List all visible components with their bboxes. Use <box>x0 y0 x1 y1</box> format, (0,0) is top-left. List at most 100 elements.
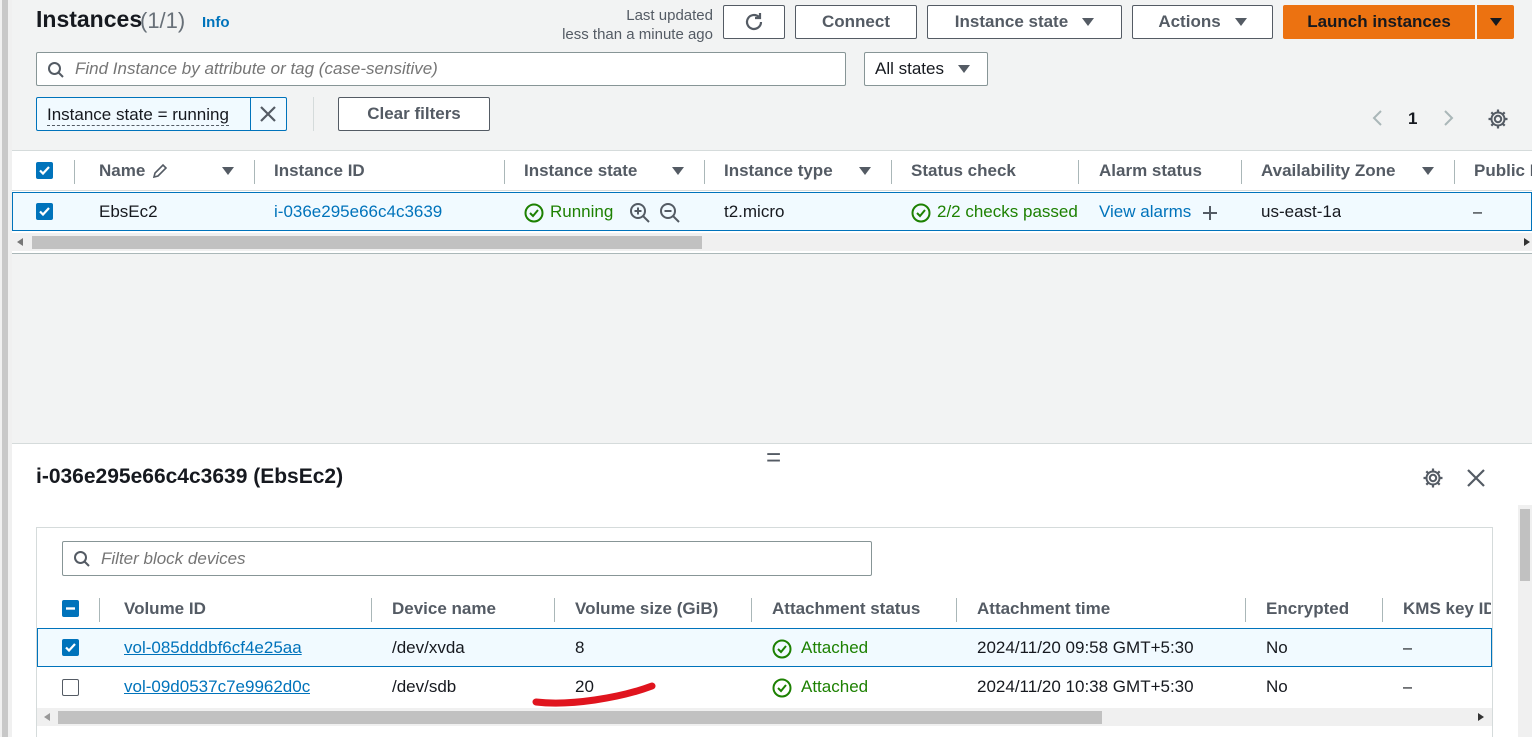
col-instance-id[interactable]: Instance ID <box>274 151 365 191</box>
states-filter-select[interactable]: All states <box>864 52 988 86</box>
col-status-check[interactable]: Status check <box>911 151 1016 191</box>
col-availability-zone[interactable]: Availability Zone <box>1261 151 1395 191</box>
encrypted-value: No <box>1266 638 1288 657</box>
sort-icon[interactable] <box>1422 167 1434 175</box>
minus-icon <box>66 607 75 610</box>
device-name-value: /dev/xvda <box>392 638 465 657</box>
col-instance-type[interactable]: Instance type <box>724 151 833 191</box>
actions-button[interactable]: Actions <box>1132 5 1273 39</box>
info-link[interactable]: Info <box>202 14 230 31</box>
scroll-right-icon[interactable] <box>1524 238 1530 246</box>
last-updated: Last updated less than a minute ago <box>562 7 713 43</box>
col-attachment-time[interactable]: Attachment time <box>977 589 1110 629</box>
close-icon[interactable] <box>1466 468 1486 488</box>
col-volume-size[interactable]: Volume size (GiB) <box>575 589 718 629</box>
chevron-left-icon[interactable] <box>1371 109 1385 127</box>
kms-key-value: – <box>1403 638 1413 657</box>
scroll-right-icon[interactable] <box>1478 713 1484 721</box>
horizontal-scrollbar[interactable] <box>12 233 1532 251</box>
zoom-out-icon[interactable] <box>659 202 681 224</box>
details-scrollbar[interactable] <box>1518 505 1532 737</box>
horizontal-scrollbar[interactable] <box>37 708 1492 726</box>
search-icon <box>48 62 64 78</box>
row-checkbox[interactable] <box>62 639 79 656</box>
col-encrypted[interactable]: Encrypted <box>1266 589 1349 629</box>
col-device-name[interactable]: Device name <box>392 589 496 629</box>
refresh-icon <box>745 13 763 31</box>
plus-icon[interactable] <box>1202 205 1218 221</box>
select-all-checkbox[interactable] <box>36 162 53 179</box>
scrollbar-thumb[interactable] <box>58 711 1102 724</box>
block-devices-header: Volume ID Device name Volume size (GiB) … <box>37 589 1492 629</box>
col-attachment-status[interactable]: Attachment status <box>772 589 920 629</box>
caret-down-icon <box>1489 18 1502 26</box>
close-icon[interactable] <box>259 105 277 123</box>
device-name-value: /dev/sdb <box>392 677 457 696</box>
instance-search[interactable] <box>36 52 846 86</box>
col-volume-id[interactable]: Volume ID <box>124 589 206 629</box>
success-icon <box>524 203 544 223</box>
clear-filters-button[interactable]: Clear filters <box>338 97 490 131</box>
success-icon <box>772 639 792 659</box>
launch-dropdown-button[interactable] <box>1477 5 1514 39</box>
view-alarms-link[interactable]: View alarms <box>1099 202 1191 222</box>
row-checkbox[interactable] <box>62 679 79 696</box>
col-alarm-status[interactable]: Alarm status <box>1099 151 1202 191</box>
table-row[interactable]: vol-09d0537c7e9962d0c /dev/sdb 20 Attach… <box>37 667 1492 707</box>
instance-name: EbsEc2 <box>99 202 158 221</box>
chevron-right-icon[interactable] <box>1441 109 1455 127</box>
annotation-underline <box>532 682 656 707</box>
instance-state-button[interactable]: Instance state <box>927 5 1122 39</box>
sort-icon[interactable] <box>222 167 234 175</box>
zoom-in-icon[interactable] <box>629 202 651 224</box>
page-title: Instances <box>36 6 143 32</box>
refresh-button[interactable] <box>723 5 785 39</box>
attachment-time-value: 2024/11/20 10:38 GMT+5:30 <box>977 677 1194 696</box>
instance-type-value: t2.micro <box>724 202 785 221</box>
sort-icon[interactable] <box>672 167 684 175</box>
gear-icon[interactable] <box>1422 467 1444 489</box>
launch-instances-button[interactable]: Launch instances <box>1283 5 1475 39</box>
success-icon <box>911 203 931 223</box>
instance-id-link[interactable]: i-036e295e66c4c3639 <box>274 202 442 222</box>
select-all-checkbox[interactable] <box>62 600 79 617</box>
instance-count: (1/1) <box>140 8 186 33</box>
table-row[interactable]: vol-085dddbf6cf4e25aa /dev/xvda 8 Attach… <box>37 628 1492 667</box>
availability-zone-value: us-east-1a <box>1261 202 1342 221</box>
volume-size-value: 8 <box>575 638 585 657</box>
table-row[interactable]: EbsEc2 i-036e295e66c4c3639 Running t2.mi… <box>12 192 1532 231</box>
check-icon <box>65 643 76 653</box>
search-icon <box>74 551 90 567</box>
filter-chip-label: Instance state = running <box>47 105 229 126</box>
page-number[interactable]: 1 <box>1408 109 1417 129</box>
scrollbar-thumb[interactable] <box>32 236 702 249</box>
sort-icon[interactable] <box>859 167 871 175</box>
panel-splitter[interactable]: = <box>766 444 781 470</box>
volume-id-link[interactable]: vol-085dddbf6cf4e25aa <box>124 638 302 658</box>
col-public[interactable]: Public I <box>1474 151 1532 191</box>
attachment-time-value: 2024/11/20 09:58 GMT+5:30 <box>977 638 1194 657</box>
public-ip-value: – <box>1473 202 1483 221</box>
success-icon <box>772 678 792 698</box>
scroll-left-icon[interactable] <box>44 713 50 721</box>
check-icon <box>39 166 50 176</box>
table-header: Name Instance ID Instance state Instance… <box>12 151 1532 191</box>
page-scrollbar[interactable] <box>0 0 12 737</box>
row-checkbox[interactable] <box>36 203 53 220</box>
attachment-status-value: Attached <box>801 638 869 657</box>
connect-button[interactable]: Connect <box>795 5 917 39</box>
gear-icon[interactable] <box>1487 108 1509 130</box>
kms-key-value: – <box>1403 677 1413 696</box>
filter-block-devices-input[interactable] <box>101 548 861 570</box>
scroll-left-icon[interactable] <box>17 238 23 246</box>
col-instance-state[interactable]: Instance state <box>524 151 637 191</box>
status-check-value: 2/2 checks passed <box>937 202 1078 221</box>
block-devices-search[interactable] <box>62 541 872 576</box>
check-icon <box>39 207 50 217</box>
col-name[interactable]: Name <box>99 151 169 191</box>
search-input[interactable] <box>75 58 835 80</box>
caret-down-icon <box>1082 18 1095 26</box>
caret-down-icon <box>1234 18 1247 26</box>
col-kms-key-id[interactable]: KMS key ID <box>1403 589 1491 629</box>
volume-id-link[interactable]: vol-09d0537c7e9962d0c <box>124 677 310 697</box>
